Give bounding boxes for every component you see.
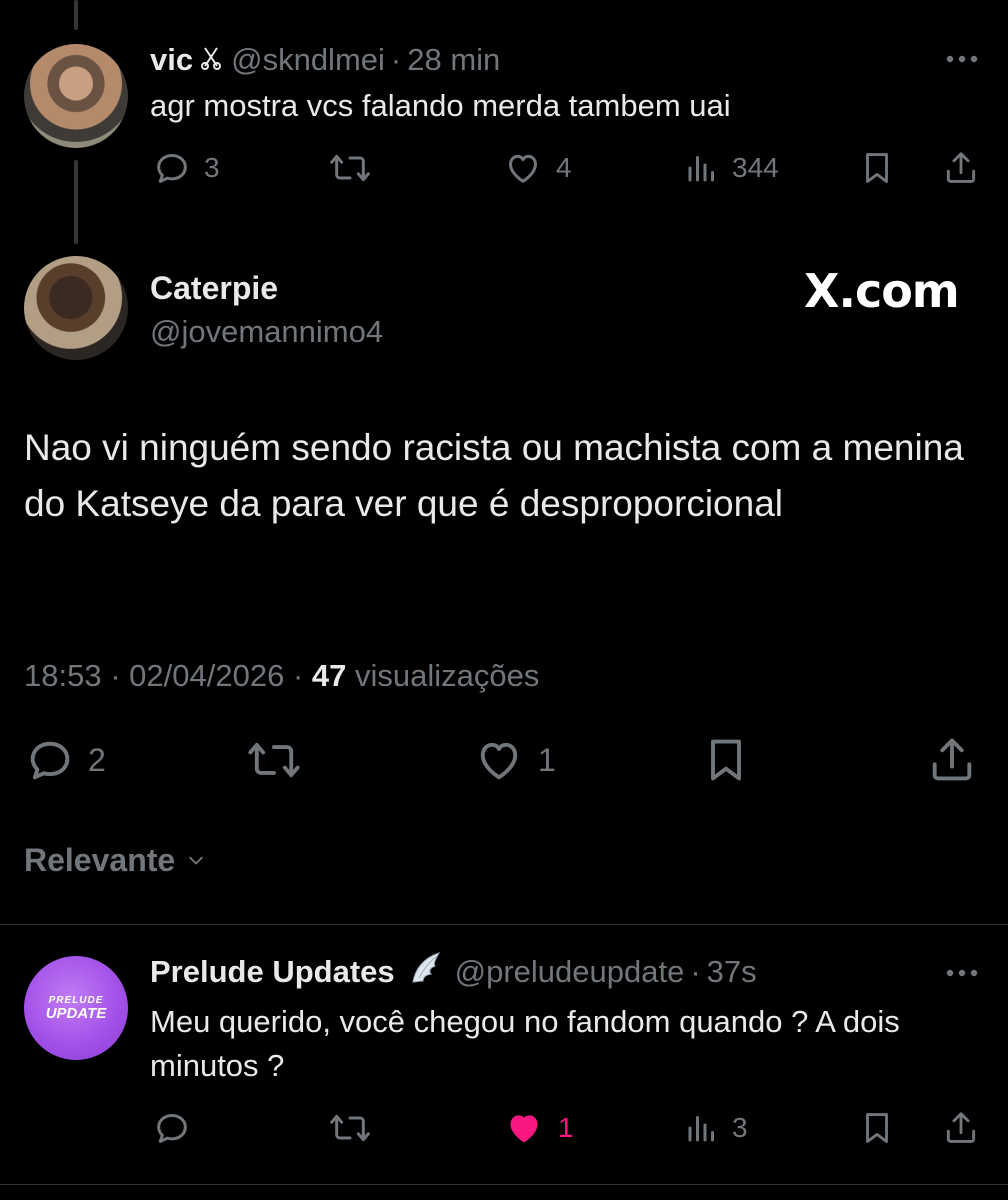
x-brand-watermark: X.com (804, 264, 960, 318)
tweet-date[interactable]: 02/04/2026 (129, 658, 284, 693)
like-button-active[interactable]: 1 (502, 1108, 574, 1148)
separator: · (110, 658, 121, 693)
more-icon[interactable] (944, 966, 980, 985)
avatar-text: UPDATE (45, 1004, 107, 1022)
views-count: 47 (311, 658, 347, 693)
bookmark-icon (866, 153, 888, 183)
views-button[interactable]: 344 (684, 148, 779, 188)
share-icon (946, 152, 976, 183)
like-count: 1 (538, 741, 556, 778)
thread-line-bottom (74, 160, 78, 244)
author-name[interactable]: Prelude Updates (150, 954, 395, 990)
tweet-header-vic: vic @skndlmei · 28 min (150, 40, 500, 80)
tweet-text: agr mostra vcs falando merda tambem uai (150, 88, 731, 123)
separator: · (292, 658, 304, 693)
reply-button[interactable]: 3 (152, 148, 220, 188)
views-button[interactable]: 3 (684, 1108, 748, 1148)
reply-count: 2 (88, 741, 106, 778)
reply-icon (30, 741, 70, 780)
thread-line-top (74, 0, 78, 30)
tweet-header-prelude: Prelude Updates @preludeupdate · 37s (150, 952, 757, 992)
separator: · (390, 42, 402, 77)
bookmark-button[interactable] (700, 734, 752, 786)
section-divider (0, 924, 1008, 925)
share-button[interactable] (926, 734, 978, 786)
avatar-prelude[interactable]: PRELUDE UPDATE (24, 956, 128, 1060)
angel-wing-icon (409, 950, 443, 994)
author-name[interactable]: vic (150, 42, 193, 78)
retweet-icon (330, 154, 370, 182)
chevron-down-icon (189, 856, 203, 864)
heart-icon (510, 1115, 538, 1143)
tweet-time[interactable]: 18:53 (24, 658, 102, 693)
tweet-meta: 18:53 · 02/04/2026 · 47 visualizações (24, 656, 539, 696)
bookmark-icon (866, 1113, 888, 1143)
reply-count: 3 (204, 152, 220, 183)
views-count: 3 (732, 1112, 748, 1143)
retweet-icon (248, 742, 300, 778)
reply-button[interactable]: 2 (24, 734, 106, 786)
main-tweet-text: Nao vi ninguém sendo racista ou machista… (24, 427, 964, 524)
share-button[interactable] (942, 148, 980, 188)
views-label: visualizações (355, 658, 540, 693)
views-icon (688, 1116, 714, 1142)
more-icon[interactable] (944, 52, 980, 71)
timestamp[interactable]: 37s (707, 954, 757, 990)
author-handle[interactable]: @skndlmei (231, 42, 385, 78)
sort-label: Relevante (24, 842, 176, 878)
author-handle[interactable]: @preludeupdate (455, 954, 685, 990)
bookmark-icon (711, 739, 741, 781)
share-icon (932, 738, 972, 781)
share-icon (946, 1112, 976, 1143)
author-name[interactable]: Caterpie (150, 268, 278, 308)
heart-icon (480, 742, 518, 780)
scissors-icon (201, 42, 222, 78)
retweet-button[interactable] (246, 734, 302, 786)
retweet-icon (330, 1114, 370, 1142)
author-handle[interactable]: @jovemannimo4 (150, 312, 383, 352)
retweet-button[interactable] (328, 1108, 372, 1148)
share-button[interactable] (942, 1108, 980, 1148)
views-icon (688, 156, 714, 182)
bookmark-button[interactable] (858, 1108, 896, 1148)
like-button[interactable]: 1 (472, 734, 556, 786)
reply-button[interactable] (152, 1108, 204, 1148)
like-count: 4 (556, 152, 572, 183)
heart-icon (509, 154, 537, 183)
separator: · (690, 954, 701, 989)
views-count: 344 (732, 152, 779, 183)
tweet-text: Meu querido, você chegou no fandom quand… (150, 1004, 900, 1083)
bookmark-button[interactable] (858, 148, 896, 188)
avatar-text: PRELUDE (48, 994, 104, 1006)
like-count: 1 (558, 1112, 574, 1143)
like-button[interactable]: 4 (502, 148, 572, 188)
avatar-caterpie[interactable] (24, 256, 128, 360)
timestamp[interactable]: 28 min (407, 42, 500, 78)
retweet-button[interactable] (328, 148, 372, 188)
reply-icon (157, 154, 187, 183)
sort-dropdown[interactable]: Relevante (24, 842, 209, 879)
bottom-divider (0, 1184, 1008, 1185)
reply-icon (157, 1114, 187, 1143)
avatar-vic[interactable] (24, 44, 128, 148)
